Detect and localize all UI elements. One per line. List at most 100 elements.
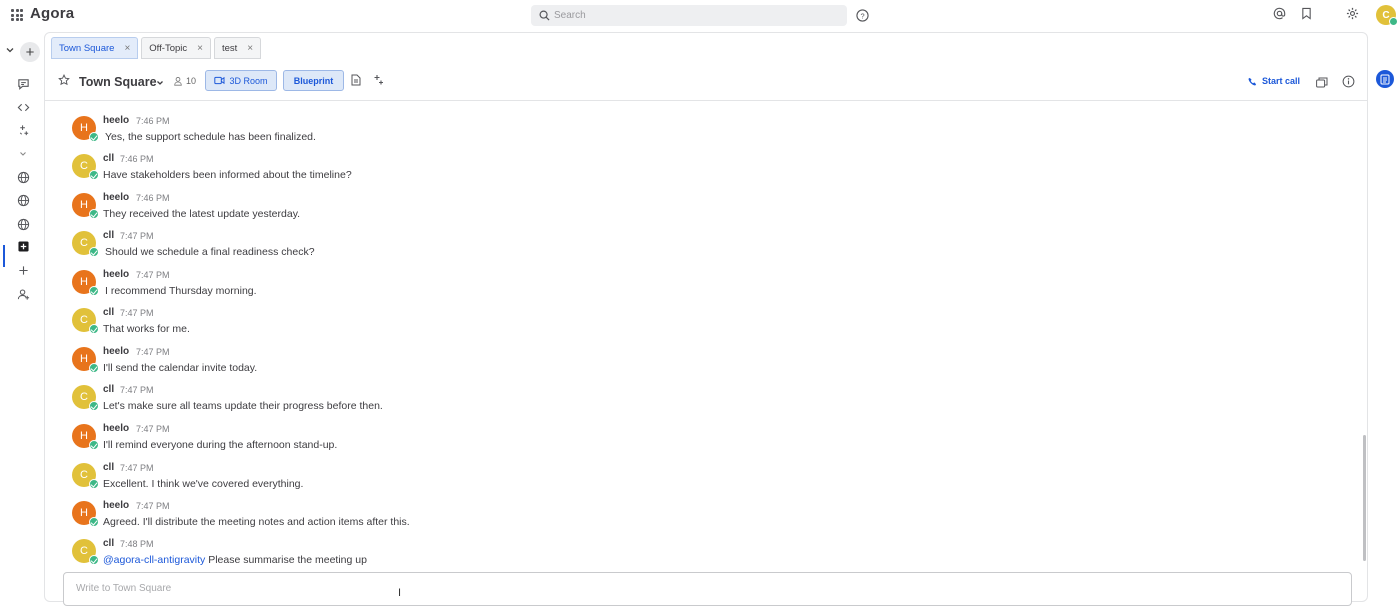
message-text: Have stakeholders been informed about th… <box>103 169 352 181</box>
avatar[interactable]: C <box>72 385 99 411</box>
message-author[interactable]: heelo <box>103 269 129 280</box>
message-composer[interactable]: I <box>63 572 1352 606</box>
app-grid-icon[interactable] <box>11 9 23 21</box>
left-rail: + <box>0 32 44 598</box>
plus-icon[interactable] <box>15 262 31 278</box>
user-mention-link[interactable]: @agora-cll-antigravity <box>103 554 205 566</box>
member-count[interactable]: 10 <box>173 76 196 86</box>
add-box-icon[interactable] <box>15 238 31 254</box>
close-icon[interactable]: × <box>124 43 130 54</box>
channel-tabs: Town Square × Off-Topic × test × <box>51 37 262 59</box>
message-time[interactable]: 7:46 PM <box>136 116 170 126</box>
tab-off-topic[interactable]: Off-Topic × <box>141 37 211 59</box>
avatar[interactable]: H <box>72 347 99 373</box>
message-text: I recommend Thursday morning. <box>105 285 257 297</box>
close-icon[interactable]: × <box>247 43 253 54</box>
message-time[interactable]: 7:47 PM <box>136 501 170 511</box>
message-time[interactable]: 7:47 PM <box>120 308 154 318</box>
top-bar: Agora ? C <box>0 0 1400 32</box>
add-user-icon[interactable] <box>15 286 31 302</box>
message-text: They received the latest update yesterda… <box>103 208 301 220</box>
message-time[interactable]: 7:46 PM <box>120 154 154 164</box>
avatar[interactable]: H <box>72 270 99 296</box>
avatar[interactable]: H <box>72 116 99 142</box>
chevron-down-icon[interactable] <box>6 46 14 54</box>
message-input[interactable] <box>64 573 1351 605</box>
start-call-button[interactable]: Start call <box>1248 76 1300 86</box>
globe-icon[interactable] <box>15 216 31 232</box>
search-input[interactable] <box>554 10 824 21</box>
user-avatar[interactable]: C <box>1376 5 1398 26</box>
phone-icon <box>1248 77 1257 86</box>
message-text: Excellent. I think we've covered everyth… <box>103 478 304 490</box>
search-bar[interactable] <box>531 5 847 26</box>
message-author[interactable]: heelo <box>103 346 129 357</box>
help-icon[interactable]: ? <box>856 9 869 22</box>
files-icon[interactable] <box>1316 77 1328 88</box>
saved-bookmark-icon[interactable] <box>1301 7 1312 20</box>
avatar[interactable]: H <box>72 424 99 450</box>
avatar[interactable]: C <box>72 539 99 565</box>
tab-test[interactable]: test × <box>213 37 262 59</box>
ai-sparkle-icon[interactable] <box>372 74 384 86</box>
app-bar-notes-icon[interactable] <box>1376 70 1394 88</box>
message-text: Should we schedule a final readiness che… <box>105 246 315 258</box>
3d-room-button[interactable]: 3D Room <box>205 70 277 91</box>
avatar[interactable]: C <box>72 463 99 489</box>
chevron-down-small-icon[interactable] <box>15 146 31 162</box>
avatar[interactable]: C <box>72 154 99 180</box>
message-author[interactable]: heelo <box>103 500 129 511</box>
message-author[interactable]: cll <box>103 384 114 395</box>
message-time[interactable]: 7:48 PM <box>120 539 154 549</box>
add-team-button[interactable]: + <box>20 42 40 62</box>
online-status-icon <box>89 324 99 334</box>
message-time[interactable]: 7:47 PM <box>136 424 170 434</box>
avatar[interactable]: H <box>72 193 99 219</box>
list-item: C cll 7:47 PM Excellent. I think we've c… <box>45 453 1345 491</box>
message-text: I'll send the calendar invite today. <box>103 362 258 374</box>
globe-icon[interactable] <box>15 169 31 185</box>
message-text: Yes, the support schedule has been final… <box>105 131 316 143</box>
chevron-down-icon[interactable] <box>156 79 164 87</box>
message-author[interactable]: cll <box>103 230 114 241</box>
ai-sparkle-icon[interactable] <box>15 122 31 138</box>
message-text: That works for me. <box>103 323 190 335</box>
message-time[interactable]: 7:47 PM <box>136 347 170 357</box>
app-title: Agora <box>30 5 75 22</box>
message-time[interactable]: 7:47 PM <box>136 270 170 280</box>
globe-icon[interactable] <box>15 192 31 208</box>
favorite-star-icon[interactable] <box>58 74 70 86</box>
message-author[interactable]: cll <box>103 153 114 164</box>
channel-name[interactable]: Town Square <box>79 75 157 89</box>
message-author[interactable]: cll <box>103 462 114 473</box>
message-list: · · · · · · · · · · · H heelo 7:46 PM Ye… <box>45 102 1361 572</box>
avatar[interactable]: H <box>72 501 99 527</box>
online-status-icon <box>89 555 99 565</box>
message-text: I'll remind everyone during the afternoo… <box>103 439 338 451</box>
message-author[interactable]: heelo <box>103 423 129 434</box>
list-item: H heelo 7:47 PM I'll remind everyone dur… <box>45 414 1345 452</box>
code-icon[interactable] <box>15 99 31 115</box>
message-text: Let's make sure all teams update their p… <box>103 400 383 412</box>
close-icon[interactable]: × <box>197 43 203 54</box>
online-status-icon <box>1389 17 1398 26</box>
message-author[interactable]: heelo <box>103 192 129 203</box>
threads-icon[interactable] <box>15 76 31 92</box>
mentions-icon[interactable] <box>1273 7 1286 20</box>
message-author[interactable]: heelo <box>103 115 129 126</box>
list-item: C cll 7:46 PM Have stakeholders been inf… <box>45 144 1345 182</box>
tab-town-square[interactable]: Town Square × <box>51 37 139 59</box>
message-author[interactable]: cll <box>103 538 114 549</box>
message-time[interactable]: 7:47 PM <box>120 231 154 241</box>
scrollbar-thumb[interactable] <box>1363 435 1366 561</box>
avatar[interactable]: C <box>72 308 99 334</box>
message-time[interactable]: 7:47 PM <box>120 463 154 473</box>
message-time[interactable]: 7:46 PM <box>136 193 170 203</box>
settings-gear-icon[interactable] <box>1346 7 1359 20</box>
message-author[interactable]: cll <box>103 307 114 318</box>
avatar[interactable]: C <box>72 231 99 257</box>
document-icon[interactable] <box>351 74 361 86</box>
info-icon[interactable] <box>1342 75 1355 88</box>
blueprint-button[interactable]: Blueprint <box>283 70 344 91</box>
message-time[interactable]: 7:47 PM <box>120 385 154 395</box>
